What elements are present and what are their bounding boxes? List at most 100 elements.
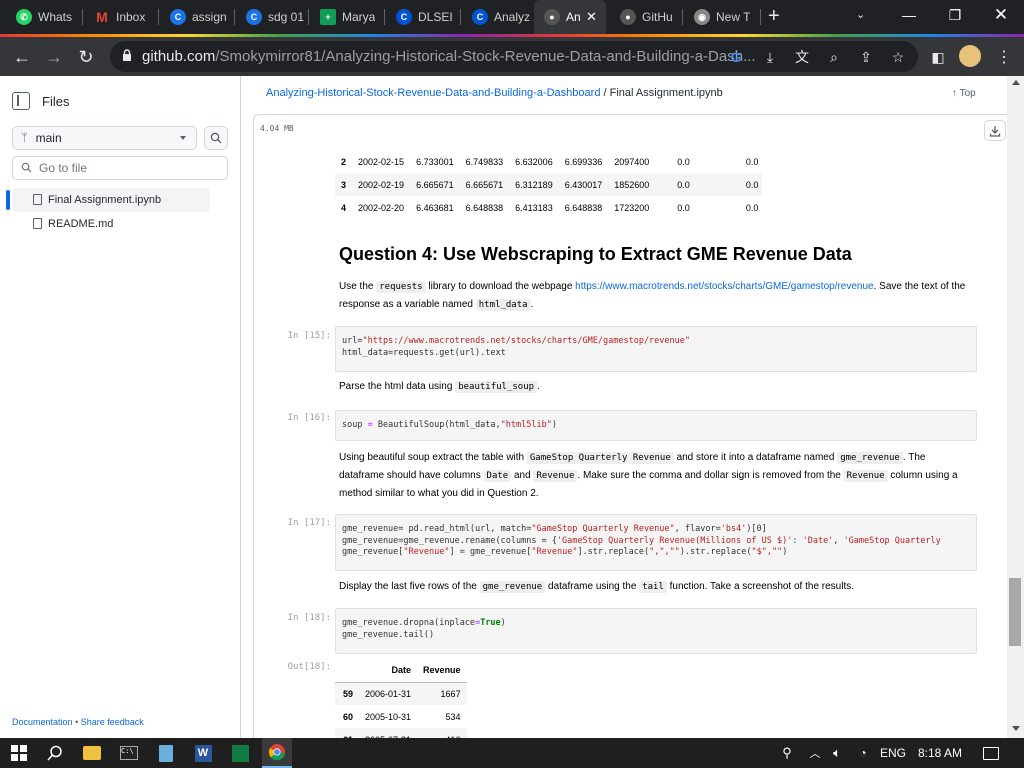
command-prompt-icon[interactable]: C:\ <box>118 742 140 764</box>
lock-icon <box>123 49 131 61</box>
markdown-cell-q4-intro: Use the requests library to download the… <box>339 281 966 311</box>
download-raw-button[interactable] <box>984 120 1006 141</box>
search-icon <box>210 132 222 144</box>
table-row: 61 2005-07-31 416 <box>335 728 467 738</box>
forward-button[interactable]: → <box>40 43 68 71</box>
browser-menu-icon[interactable]: ⋮ <box>990 43 1018 71</box>
breadcrumb-file: Final Assignment.ipynb <box>609 87 723 99</box>
scroll-up-arrow[interactable] <box>1012 80 1020 85</box>
file-header-bar: 4.04 MB <box>253 114 1013 146</box>
file-explorer-icon[interactable] <box>81 742 103 764</box>
side-panel-icon[interactable]: ◧ <box>924 43 952 71</box>
breadcrumb-repo-link[interactable]: Analyzing-Historical-Stock-Revenue-Data-… <box>266 87 600 99</box>
sheets-icon: + <box>320 9 336 25</box>
close-tab-icon[interactable]: ✕ <box>586 9 597 25</box>
documentation-link[interactable]: Documentation <box>12 717 73 727</box>
tab-assign[interactable]: C assign <box>160 0 230 34</box>
top-link[interactable]: ↑ Top <box>952 88 976 99</box>
coursera-icon: C <box>472 9 488 25</box>
file-size: 4.04 MB <box>260 124 294 133</box>
translate-icon[interactable]: 文 <box>792 47 812 67</box>
excel-grid-icon[interactable] <box>229 742 251 764</box>
markdown-cell-parse: Parse the html data using beautiful_soup… <box>339 381 540 393</box>
tab-dlsei[interactable]: C DLSEI <box>386 0 458 34</box>
google-lens-icon[interactable]: G <box>726 47 746 67</box>
cell-prompt: In [18]: <box>287 613 331 623</box>
notebook-render: 2 2002-02-15 6.733001 6.749833 6.632006 … <box>253 146 993 738</box>
people-icon[interactable]: ⚲ <box>776 742 798 764</box>
url-text: github.com/Smokymirror81/Analyzing-Histo… <box>142 48 756 65</box>
tab-whatsapp[interactable]: ✆ Whats <box>6 0 78 34</box>
tab-inbox[interactable]: M Inbox <box>84 0 154 34</box>
output-prompt: Out[18]: <box>287 662 331 672</box>
minimize-button[interactable]: — <box>886 0 932 30</box>
scrollbar-thumb[interactable] <box>1009 578 1021 646</box>
tab-marya[interactable]: + Marya <box>310 0 380 34</box>
search-files-button[interactable] <box>204 126 228 150</box>
chatgpt-icon: C <box>246 9 262 25</box>
code-cell-18[interactable]: gme_revenue.dropna(inplace=True) gme_rev… <box>335 608 977 654</box>
sidebar-footer: Documentation • Share feedback <box>12 717 144 727</box>
cell-prompt: In [17]: <box>287 518 331 528</box>
volume-icon[interactable]: 🔈︎ <box>826 742 848 764</box>
tab-sdg[interactable]: C sdg 01 <box>236 0 306 34</box>
download-icon <box>989 125 1001 137</box>
chrome-icon: ◉ <box>694 9 710 25</box>
windows-taskbar: C:\ W ⚲ ︿ 🔈︎ ◔ ENG 8:18 AM <box>0 738 1024 768</box>
code-cell-16[interactable]: soup = BeautifulSoup(html_data,"html5lib… <box>335 410 977 441</box>
browser-toolbar: ← → ↻ github.com/Smokymirror81/Analyzing… <box>0 37 1024 76</box>
share-icon[interactable]: ⇪ <box>856 47 876 67</box>
install-app-icon[interactable]: ⤓ <box>760 47 780 67</box>
chrome-taskbar-icon[interactable] <box>262 738 292 768</box>
tab-github[interactable]: ● GitHu <box>610 0 680 34</box>
branch-selector[interactable]: ᛘ main <box>12 126 197 150</box>
file-item-final-assignment[interactable]: Final Assignment.ipynb <box>12 188 210 212</box>
address-bar[interactable]: github.com/Smokymirror81/Analyzing-Histo… <box>110 41 918 72</box>
table-row: 60 2005-10-31 534 <box>342 711 461 722</box>
table-header-row: Date Revenue <box>335 659 467 683</box>
bookmark-star-icon[interactable]: ☆ <box>888 47 908 67</box>
language-indicator[interactable]: ENG <box>880 746 906 760</box>
code-cell-15[interactable]: url="https://www.macrotrends.net/stocks/… <box>335 326 977 372</box>
tab-new[interactable]: ◉ New T <box>684 0 756 34</box>
taskbar-clock[interactable]: 8:18 AM <box>918 746 962 760</box>
tab-analyz[interactable]: C Analyz <box>462 0 532 34</box>
restore-button[interactable]: ❐ <box>932 0 978 30</box>
word-icon[interactable]: W <box>192 742 214 764</box>
whatsapp-icon: ✆ <box>16 9 32 25</box>
caret-down-icon <box>180 136 186 140</box>
profile-avatar[interactable] <box>959 45 981 67</box>
breadcrumb: Analyzing-Historical-Stock-Revenue-Data-… <box>266 87 723 99</box>
active-file-indicator <box>6 190 10 210</box>
notepad-icon[interactable] <box>155 742 177 764</box>
share-feedback-link[interactable]: Share feedback <box>81 717 144 727</box>
window-close-button[interactable]: ✕ <box>978 0 1024 30</box>
code-cell-17[interactable]: gme_revenue= pd.read_html(url, match="Ga… <box>335 514 977 571</box>
markdown-cell-extract: Using beautiful soup extract the table w… <box>339 452 958 499</box>
collapse-sidebar-icon[interactable] <box>12 92 30 110</box>
back-button[interactable]: ← <box>8 43 36 71</box>
go-to-file-input[interactable]: Go to file <box>12 156 228 180</box>
table-row: 59 2006-01-31 1667 <box>335 682 467 705</box>
files-header: Files <box>12 92 69 110</box>
gme-revenue-tail-table: Date Revenue 59 2006-01-31 1667 60 2005-… <box>335 659 467 738</box>
cell-prompt: In [16]: <box>287 413 331 423</box>
browser-tabstrip: ✆ Whats M Inbox C assign C sdg 01 + Mary… <box>0 0 1024 34</box>
scroll-down-arrow[interactable] <box>1012 726 1020 731</box>
github-icon: ● <box>620 9 636 25</box>
notifications-icon[interactable] <box>980 742 1002 764</box>
tab-search-chevron-icon[interactable]: ⌄ <box>856 8 865 21</box>
windows-start-icon[interactable] <box>8 742 30 764</box>
stock-data-table: 2 2002-02-15 6.733001 6.749833 6.632006 … <box>335 150 763 219</box>
reload-button[interactable]: ↻ <box>72 43 100 71</box>
new-tab-button[interactable]: + <box>768 5 780 28</box>
show-hidden-icons-chevron[interactable]: ︿ <box>804 742 826 764</box>
file-item-readme[interactable]: README.md <box>12 212 210 236</box>
wifi-icon[interactable]: ◔ <box>852 742 874 764</box>
table-row: 2 2002-02-15 6.733001 6.749833 6.632006 … <box>341 156 759 167</box>
page-scrollbar[interactable] <box>1007 76 1024 738</box>
search-icon[interactable] <box>44 742 66 764</box>
zoom-icon[interactable]: ⌕ <box>824 47 844 67</box>
file-icon <box>33 218 42 229</box>
macrotrends-link[interactable]: https://www.macrotrends.net/stocks/chart… <box>575 281 873 292</box>
